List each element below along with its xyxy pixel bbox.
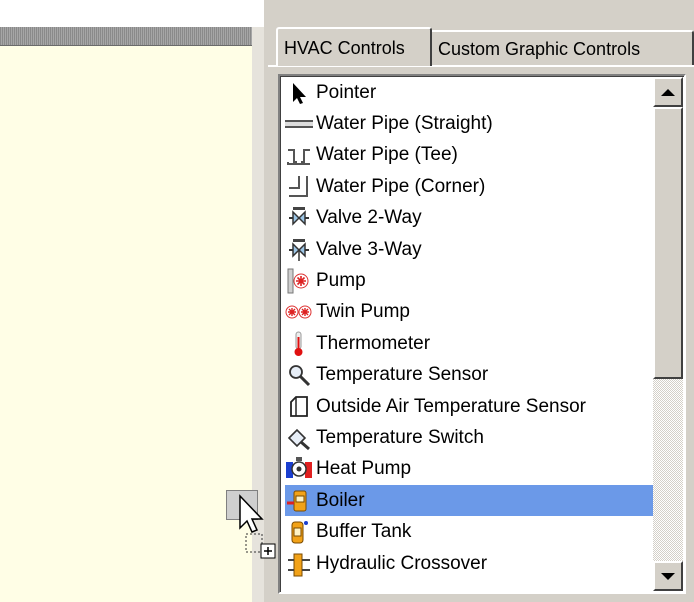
list-item-pointer[interactable]: Pointer — [285, 77, 655, 108]
tab-custom-graphic-controls[interactable]: Custom Graphic Controls — [432, 30, 694, 66]
pump-icon — [285, 268, 313, 294]
list-item-temperature-sensor[interactable]: Temperature Sensor — [285, 360, 655, 391]
control-list-items: Pointer Water Pipe (Straight) Water Pipe… — [285, 77, 655, 579]
pipe-tee-icon — [285, 142, 313, 168]
pipe-straight-icon — [285, 111, 313, 137]
temperature-sensor-icon — [285, 362, 313, 388]
list-item-label: Outside Air Temperature Sensor — [316, 395, 587, 417]
list-item-label: Buffer Tank — [316, 521, 412, 543]
list-item-label: Pump — [316, 270, 366, 292]
scroll-up-button[interactable] — [653, 77, 683, 107]
list-item-thermometer[interactable]: Thermometer — [285, 328, 655, 359]
list-item-hydraulic-crossover[interactable]: Hydraulic Crossover — [285, 548, 655, 579]
temperature-switch-icon — [285, 425, 313, 451]
heat-pump-icon — [285, 456, 313, 482]
list-item-label: Boiler — [316, 489, 365, 511]
tab-hvac-controls[interactable]: HVAC Controls — [276, 27, 432, 66]
list-item-water-pipe-tee[interactable]: Water Pipe (Tee) — [285, 140, 655, 171]
list-item-label: Water Pipe (Corner) — [316, 175, 486, 197]
pointer-icon — [285, 80, 313, 106]
list-item-twin-pump[interactable]: Twin Pump — [285, 297, 655, 328]
buffer-tank-icon — [285, 519, 313, 545]
list-item-label: Temperature Sensor — [316, 364, 489, 386]
list-item-buffer-tank[interactable]: Buffer Tank — [285, 516, 655, 547]
list-item-heat-pump[interactable]: Heat Pump — [285, 454, 655, 485]
list-item-temperature-switch[interactable]: Temperature Switch — [285, 422, 655, 453]
thermometer-icon — [285, 331, 313, 357]
valve-2way-icon — [285, 205, 313, 231]
list-item-label: Hydraulic Crossover — [316, 552, 488, 574]
design-canvas[interactable] — [0, 0, 264, 602]
list-item-label: Twin Pump — [316, 301, 410, 323]
pipe-corner-icon — [285, 174, 313, 200]
outside-air-sensor-icon — [285, 394, 313, 420]
list-item-valve-3-way[interactable]: Valve 3-Way — [285, 234, 655, 265]
scroll-down-button[interactable] — [653, 561, 683, 591]
drag-copy-cursor-icon — [239, 494, 276, 559]
list-item-pump[interactable]: Pump — [285, 265, 655, 296]
control-list[interactable]: Pointer Water Pipe (Straight) Water Pipe… — [278, 74, 686, 594]
list-item-label: Water Pipe (Straight) — [316, 113, 493, 135]
canvas-top-strip — [0, 0, 264, 27]
list-item-valve-2-way[interactable]: Valve 2-Way — [285, 203, 655, 234]
list-item-label: Thermometer — [316, 332, 431, 354]
twin-pump-icon — [285, 299, 313, 325]
list-item-label: Pointer — [316, 81, 377, 103]
list-item-label: Temperature Switch — [316, 426, 484, 448]
list-item-label: Water Pipe (Tee) — [316, 144, 458, 166]
boiler-icon — [285, 488, 313, 514]
canvas-title-bar — [0, 27, 252, 46]
list-item-water-pipe-corner[interactable]: Water Pipe (Corner) — [285, 171, 655, 202]
list-item-label: Heat Pump — [316, 458, 412, 480]
arrow-up-icon — [661, 88, 675, 96]
list-item-label: Valve 2-Way — [316, 207, 422, 229]
list-item-label: Valve 3-Way — [316, 238, 422, 260]
control-list-frame: Pointer Water Pipe (Straight) Water Pipe… — [280, 76, 684, 592]
list-item-water-pipe-straight[interactable]: Water Pipe (Straight) — [285, 108, 655, 139]
list-scrollbar[interactable] — [653, 77, 683, 591]
arrow-down-icon — [661, 572, 675, 580]
list-item-outside-air-temperature-sensor[interactable]: Outside Air Temperature Sensor — [285, 391, 655, 422]
scroll-thumb[interactable] — [653, 107, 683, 379]
list-item-boiler[interactable]: Boiler — [285, 485, 655, 517]
hydraulic-crossover-icon — [285, 551, 313, 577]
valve-3way-icon — [285, 237, 313, 263]
